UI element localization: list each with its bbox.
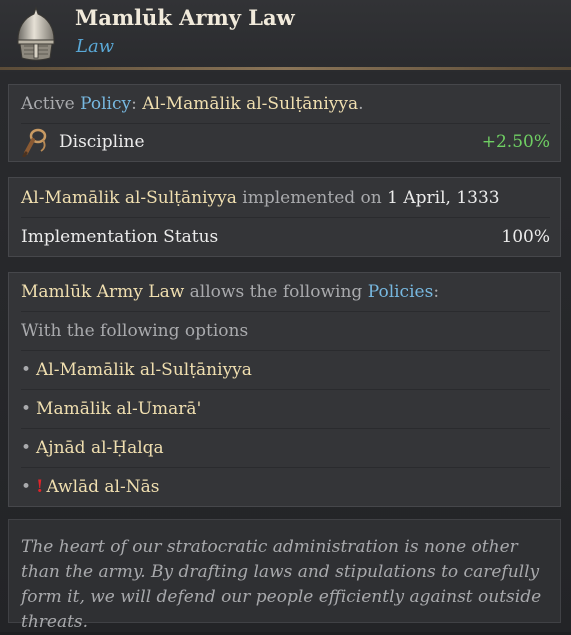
bullet: •: [21, 477, 32, 497]
list-item[interactable]: • Mamālik al-Umarā': [21, 390, 550, 429]
list-item[interactable]: •! Awlād al-Nās: [21, 468, 550, 506]
tooltip-header: Mamlūk Army Law Law: [0, 0, 571, 72]
implementation-panel: Al-Mamālik al-Sulṭāniyya implemented on …: [8, 177, 561, 257]
bullet: •: [21, 360, 32, 380]
allows-text: allows the following: [189, 282, 363, 302]
discipline-value: +2.50%: [481, 132, 550, 152]
policy-option-name: Mamālik al-Umarā': [36, 399, 202, 419]
policies-link[interactable]: Policies: [368, 282, 434, 302]
warning-icon: !: [36, 477, 44, 497]
bullet: •: [21, 438, 32, 458]
flavor-panel: The heart of our stratocratic administra…: [8, 519, 561, 632]
policy-option-name: Ajnād al-Ḥalqa: [36, 438, 164, 458]
active-policy-panel: Active Policy: Al-Mamālik al-Sulṭāniyya.…: [8, 84, 561, 162]
allowed-policies-header: Mamlūk Army Law allows the following Pol…: [21, 273, 550, 312]
law-title: Mamlūk Army Law: [75, 5, 295, 30]
discipline-row: Discipline +2.50%: [21, 123, 550, 161]
colon: :: [433, 282, 440, 302]
implementation-date: 1 April, 1333: [387, 188, 500, 208]
discipline-label: Discipline: [59, 132, 145, 152]
flavor-text: The heart of our stratocratic administra…: [21, 537, 542, 632]
period: .: [358, 94, 364, 114]
colon: :: [131, 94, 137, 114]
whip-icon: [22, 128, 47, 157]
active-label: Active: [21, 94, 75, 114]
implementation-status-value: 100%: [501, 227, 550, 247]
header-divider: [0, 67, 571, 70]
implementation-status-row: Implementation Status 100%: [21, 218, 550, 256]
policy-option-name: Awlād al-Nās: [46, 477, 160, 497]
law-tooltip: Mamlūk Army Law Law Active Policy: Al-Ma…: [0, 0, 571, 632]
options-heading-row: With the following options: [21, 312, 550, 351]
active-policy-name[interactable]: Al-Mamālik al-Sulṭāniyya: [142, 94, 358, 114]
options-heading: With the following options: [21, 321, 249, 341]
list-item[interactable]: • Al-Mamālik al-Sulṭāniyya: [21, 351, 550, 390]
implementation-status-label: Implementation Status: [21, 227, 219, 247]
implemented-on-text: implemented on: [242, 188, 382, 208]
allowed-policies-panel: Mamlūk Army Law allows the following Pol…: [8, 272, 561, 507]
implemented-policy-name[interactable]: Al-Mamālik al-Sulṭāniyya: [21, 188, 237, 208]
bullet: •: [21, 399, 32, 419]
law-subtitle: Law: [76, 36, 115, 57]
law-name[interactable]: Mamlūk Army Law: [21, 282, 184, 302]
implementation-row: Al-Mamālik al-Sulṭāniyya implemented on …: [21, 179, 550, 218]
policy-link[interactable]: Policy: [80, 94, 131, 114]
active-policy-row: Active Policy: Al-Mamālik al-Sulṭāniyya.: [21, 85, 550, 124]
policy-option-name: Al-Mamālik al-Sulṭāniyya: [36, 360, 252, 380]
list-item[interactable]: • Ajnād al-Ḥalqa: [21, 429, 550, 468]
helmet-icon: [17, 6, 55, 61]
